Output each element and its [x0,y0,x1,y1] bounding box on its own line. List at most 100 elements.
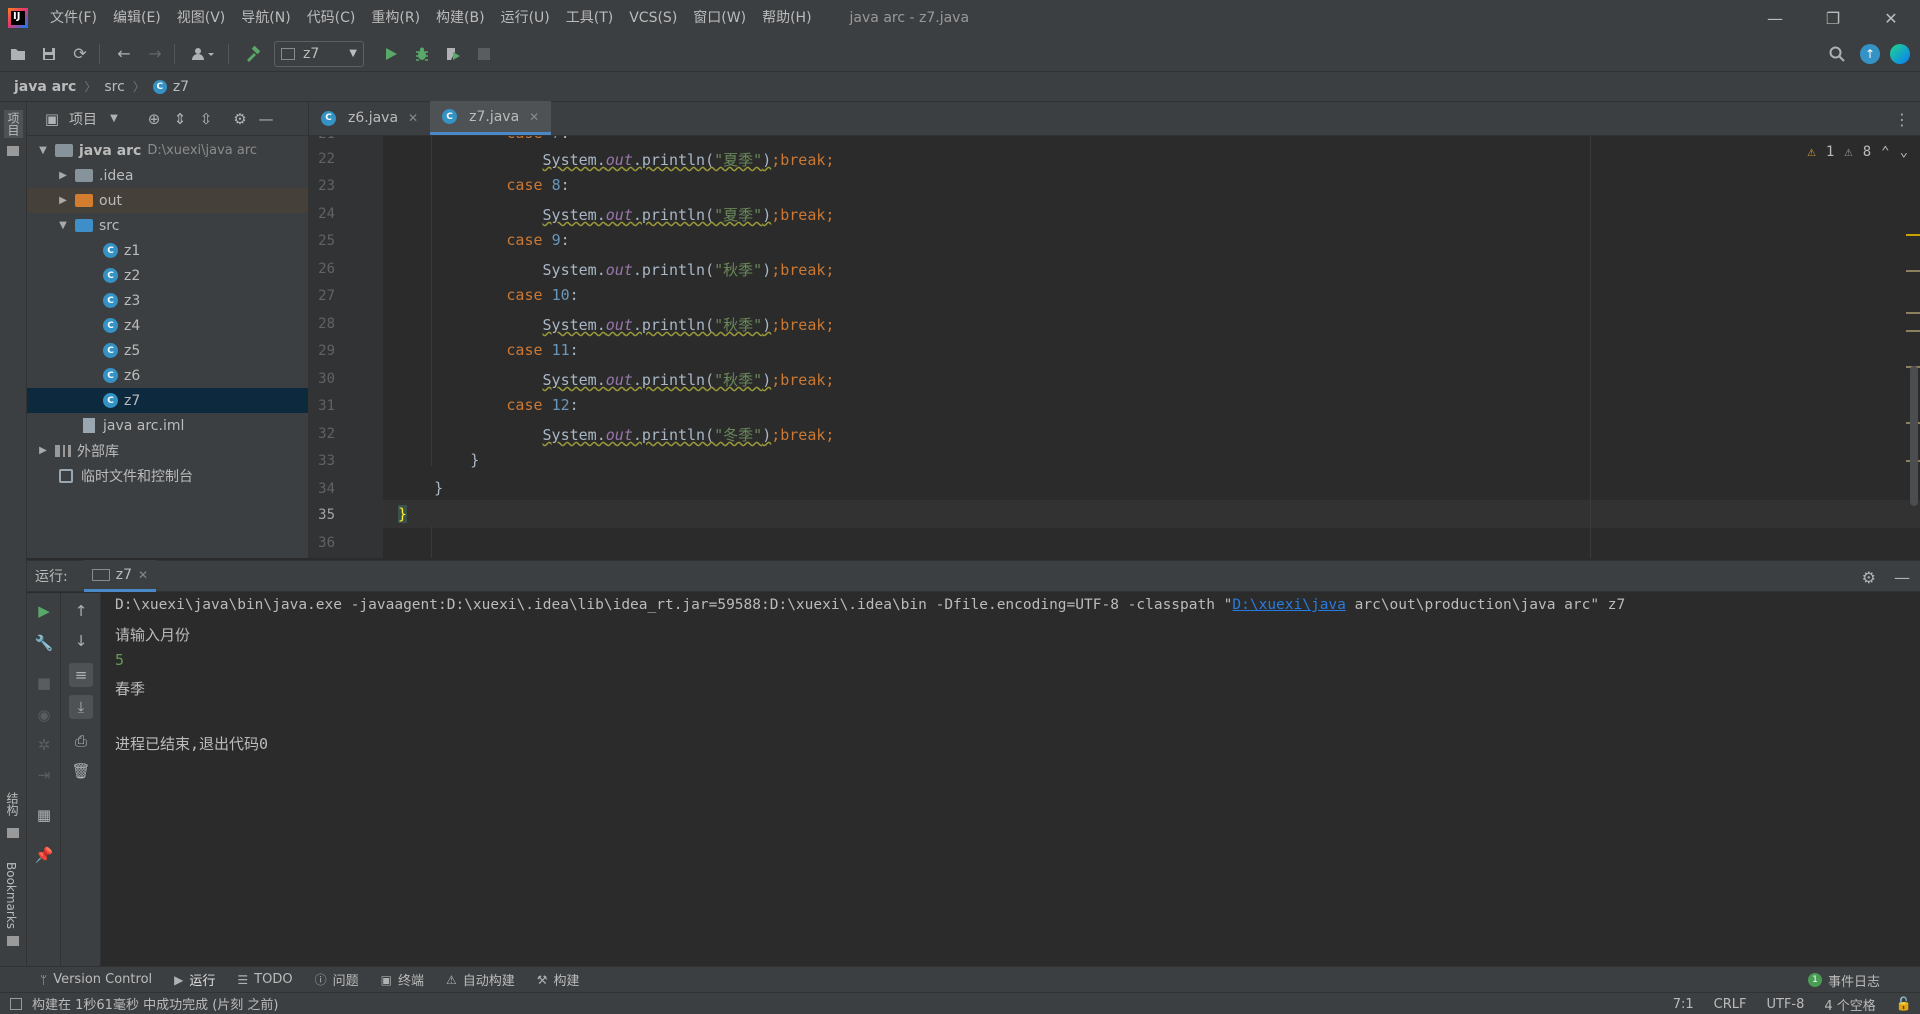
locate-file-icon[interactable]: ⊕ [145,110,163,128]
menu-refactor[interactable]: 重构(R) [363,0,428,36]
run-icon[interactable] [378,41,404,67]
menu-file[interactable]: 文件(F) [42,0,105,36]
breadcrumb-file[interactable]: z7 [173,79,189,95]
menu-window[interactable]: 窗口(W) [685,0,754,36]
tree-item-external-libraries[interactable]: ▶ 外部库 [27,438,308,463]
tree-item-out[interactable]: ▶ out [27,188,308,213]
project-tool-tab[interactable]: 项目 [4,110,23,138]
tree-item-z4[interactable]: C z4 [27,313,308,338]
tool-build[interactable]: ⚒ 构建 [537,970,580,990]
chevron-down-icon[interactable]: ▼ [105,113,123,124]
back-arrow-icon[interactable]: ← [111,41,137,67]
tree-item-scratches[interactable]: 临时文件和控制台 [27,463,308,488]
close-button[interactable]: ✕ [1862,0,1920,36]
previous-highlight-icon[interactable]: ⌃ [1881,144,1889,160]
gear-icon[interactable]: ⚙ [1862,568,1876,587]
breadcrumb-folder[interactable]: src [104,79,124,95]
next-highlight-icon[interactable]: ⌄ [1900,144,1908,160]
file-encoding[interactable]: UTF-8 [1767,997,1805,1012]
chevron-right-icon[interactable]: ▶ [55,195,71,206]
tab-z7-java[interactable]: C z7.java ✕ [430,101,552,135]
tool-terminal[interactable]: ▣ 终端 [381,970,424,990]
more-options-icon[interactable]: ⋮ [1894,110,1910,129]
indent-setting[interactable]: 4 个空格 [1824,995,1875,1014]
forward-arrow-icon[interactable]: → [142,41,168,67]
hide-panel-icon[interactable]: — [1894,568,1910,587]
open-folder-icon[interactable] [5,41,31,67]
stop-icon[interactable]: ■ [32,671,56,695]
caret-position[interactable]: 7:1 [1673,997,1694,1012]
tree-item-z6[interactable]: C z6 [27,363,308,388]
tree-item-idea[interactable]: ▶ .idea [27,163,308,188]
user-dropdown-icon[interactable] [186,41,222,67]
chevron-down-icon[interactable]: ▼ [35,145,51,156]
tool-auto-build[interactable]: ⚠ 自动构建 [446,970,515,990]
menu-help[interactable]: 帮助(H) [754,0,819,36]
structure-tool-tab[interactable]: 结构 [4,792,21,816]
run-console[interactable]: D:\xuexi\java\bin\java.exe -javaagent:D:… [101,593,1920,966]
project-panel-title[interactable]: 项目 [69,109,97,129]
tree-item-src[interactable]: ▼ src [27,213,308,238]
tab-run-z7[interactable]: z7 ✕ [83,560,157,592]
exit-icon[interactable]: ⇥ [32,763,56,787]
wrench-icon[interactable]: 🔧 [32,631,56,655]
scroll-to-end-icon[interactable]: ⤓ [69,695,93,719]
chevron-right-icon[interactable]: ▶ [55,170,71,181]
gear-icon[interactable]: ⚙ [231,110,249,128]
editor-scrollbar[interactable] [1910,366,1918,506]
soft-wrap-icon[interactable]: ≡ [69,663,93,687]
run-configuration-select[interactable]: z7 ▼ [274,40,364,67]
status-message[interactable]: 构建在 1秒61毫秒 中成功完成 (片刻 之前) [32,994,279,1013]
menu-view[interactable]: 视图(V) [169,0,234,36]
arrow-up-icon[interactable]: ↑ [69,599,93,623]
toggle-tool-windows-icon[interactable] [10,997,22,1010]
trash-icon[interactable]: 🗑 [69,759,93,783]
tool-run[interactable]: ▶ 运行 [174,970,215,990]
tool-event-log[interactable]: 1 事件日志 [1807,967,1880,993]
debug-bug-icon[interactable] [409,41,435,67]
console-path-link[interactable]: D:\xuexi\java [1232,597,1346,613]
menu-vcs[interactable]: VCS(S) [621,0,685,36]
tool-version-control[interactable]: ᛘ Version Control [40,972,152,987]
tree-item-z1[interactable]: C z1 [27,238,308,263]
rerun-icon[interactable]: ▶ [32,599,56,623]
lock-icon[interactable]: 🔓 [1896,997,1912,1012]
close-icon[interactable]: ✕ [408,111,418,125]
hide-panel-icon[interactable]: — [257,110,275,128]
layout-icon[interactable]: ▦ [32,803,56,827]
save-all-icon[interactable] [36,41,62,67]
update-arrow-icon[interactable]: ↑ [1860,44,1880,64]
tree-item-z2[interactable]: C z2 [27,263,308,288]
tree-item-z3[interactable]: C z3 [27,288,308,313]
close-icon[interactable]: ✕ [529,110,539,124]
pin-icon[interactable]: 📌 [32,843,56,867]
menu-code[interactable]: 代码(C) [299,0,364,36]
tree-item-z5[interactable]: C z5 [27,338,308,363]
menu-navigate[interactable]: 导航(N) [233,0,298,36]
menu-tools[interactable]: 工具(T) [558,0,621,36]
menu-build[interactable]: 构建(B) [428,0,493,36]
tool-problems[interactable]: ⓘ 问题 [315,970,359,989]
debug-settings-icon[interactable]: ✲ [32,733,56,757]
menu-edit[interactable]: 编辑(E) [105,0,169,36]
inspection-widget[interactable]: ⚠ 1 ⚠ 8 ⌃ ⌄ [1807,144,1908,160]
tree-item-root[interactable]: ▼ java arc D:\xuexi\java arc [27,138,308,163]
chevron-right-icon[interactable]: ▶ [35,445,51,456]
camera-icon[interactable]: ◉ [32,703,56,727]
chevron-down-icon[interactable]: ▼ [55,220,71,231]
tool-todo[interactable]: ☰ TODO [237,972,292,987]
bookmarks-tool-tab[interactable]: Bookmarks [4,862,18,929]
tab-z6-java[interactable]: C z6.java ✕ [309,101,430,135]
tree-item-z7[interactable]: C z7 [27,388,308,413]
run-with-coverage-icon[interactable] [440,41,466,67]
line-separator[interactable]: CRLF [1714,997,1747,1012]
build-hammer-icon[interactable] [240,41,266,67]
expand-all-icon[interactable]: ⇕ [171,110,189,128]
close-icon[interactable]: ✕ [138,568,148,582]
arrow-down-icon[interactable]: ↓ [69,629,93,653]
search-icon[interactable] [1824,41,1850,67]
stop-icon[interactable] [471,41,497,67]
minimize-button[interactable]: — [1746,0,1804,36]
menu-run[interactable]: 运行(U) [493,0,558,36]
synchronize-icon[interactable]: ⟳ [67,41,93,67]
